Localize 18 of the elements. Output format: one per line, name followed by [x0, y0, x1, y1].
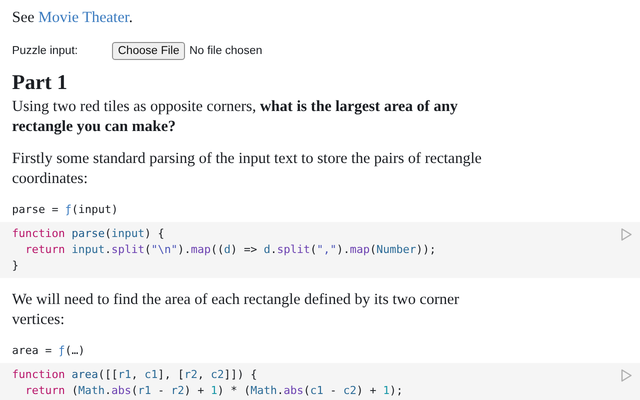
paragraph: Using two red tiles as opposite corners, what is the largest area of any rectangle you can make?	[12, 97, 459, 137]
code-line: function area([[r1, c1], [r2, c2]]) {	[12, 367, 258, 383]
code-line: return (Math.abs(r1 - r2) + 1) * (Math.abs(c1 - c2) + 1);	[24, 383, 403, 399]
file-status-text: No file chosen	[189, 45, 262, 57]
paragraph: Firstly some standard parsing of the input text to store the pairs of rectangle coordinates:	[12, 149, 483, 189]
movie-theater-link[interactable]: Movie Theater	[38, 9, 129, 26]
section-heading: Part 1	[12, 70, 68, 94]
code-line: }	[12, 258, 19, 274]
paragraph: We will need to find the area of each rectangle defined by its two corner vertices:	[12, 290, 460, 330]
puzzle-input-label: Puzzle input:	[12, 45, 79, 57]
choose-file-button[interactable]: Choose File	[112, 42, 186, 60]
play-icon[interactable]	[621, 369, 632, 382]
play-icon[interactable]	[621, 228, 632, 241]
intro-text: See Movie Theater.	[12, 8, 134, 28]
cell-header[interactable]: area = ƒ(…)	[0, 342, 640, 360]
code-line: function parse(input) {	[12, 226, 164, 242]
code-line: return input.split("\n").map((d) => d.split(",").map(Number));	[24, 242, 436, 258]
cell-header[interactable]: parse = ƒ(input)	[0, 201, 640, 219]
